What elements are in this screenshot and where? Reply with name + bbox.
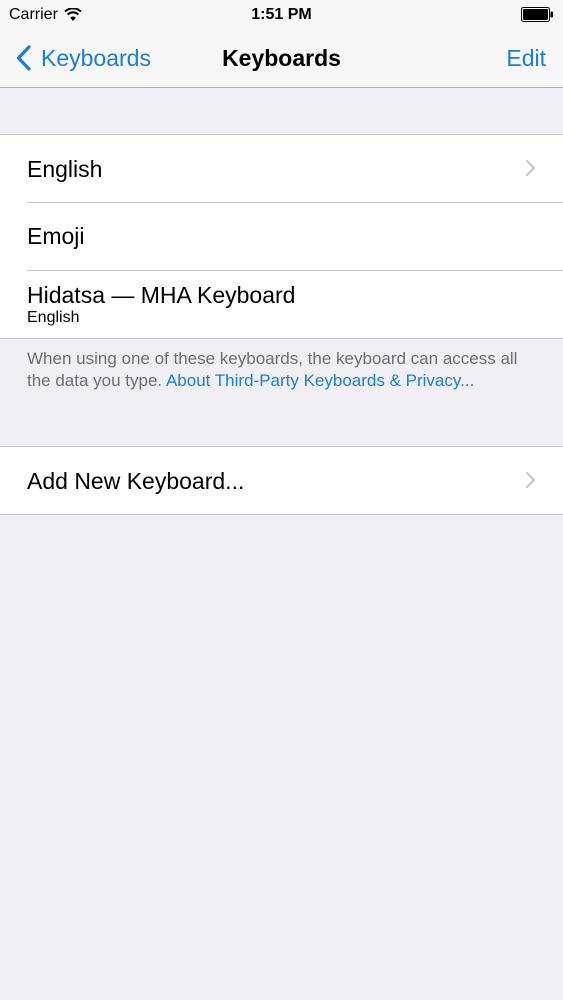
add-keyboard-group: Add New Keyboard...: [0, 446, 563, 515]
keyboard-label: English: [27, 156, 103, 182]
add-new-keyboard-label: Add New Keyboard...: [27, 468, 245, 494]
chevron-right-icon: [526, 160, 535, 176]
status-bar: Carrier 1:51 PM: [0, 0, 563, 30]
keyboard-row-emoji[interactable]: Emoji: [0, 203, 563, 270]
privacy-footer: When using one of these keyboards, the k…: [27, 348, 527, 392]
keyboard-row-english[interactable]: English: [0, 135, 563, 202]
chevron-right-icon: [526, 472, 535, 488]
keyboard-language-subtitle: English: [27, 309, 80, 326]
edit-button[interactable]: Edit: [506, 43, 546, 73]
third-party-privacy-link[interactable]: About Third-Party Keyboards & Privacy...: [166, 371, 474, 390]
navigation-bar: Keyboards Keyboards Edit: [0, 30, 563, 88]
battery-icon: [521, 7, 553, 22]
status-time: 1:51 PM: [251, 6, 312, 23]
keyboard-label: Emoji: [27, 223, 85, 249]
add-new-keyboard-row[interactable]: Add New Keyboard...: [0, 447, 563, 514]
keyboard-label: Hidatsa — MHA Keyboard: [27, 282, 296, 308]
keyboards-list: English Emoji Hidatsa — MHA Keyboard Eng…: [0, 134, 563, 339]
page-title: Keyboards: [222, 45, 341, 71]
keyboard-row-hidatsa[interactable]: Hidatsa — MHA Keyboard English: [0, 271, 563, 338]
